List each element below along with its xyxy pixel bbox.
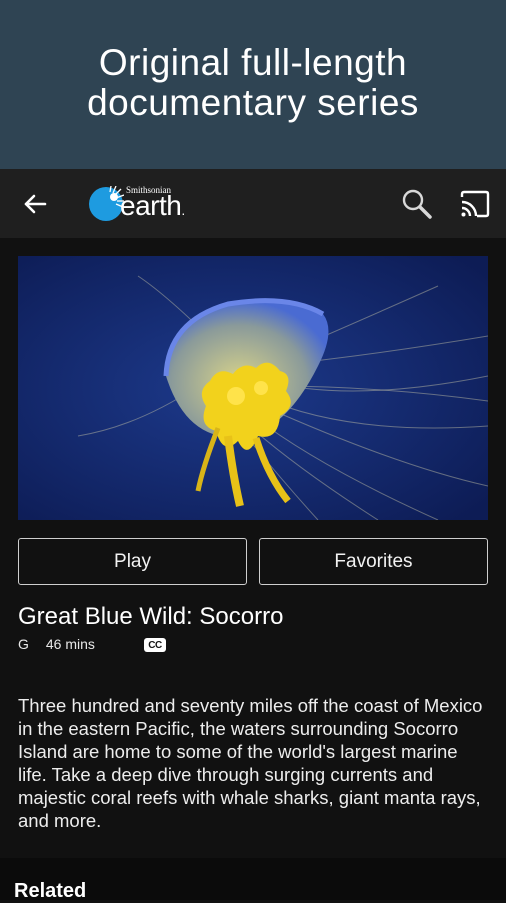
closed-captions-icon: CC — [144, 638, 166, 652]
search-button[interactable] — [400, 187, 434, 221]
logo-earth-text: earth. — [120, 190, 185, 222]
cast-icon — [460, 190, 490, 218]
promo-banner: Original full-length documentary series — [0, 0, 506, 169]
video-meta: G 46 mins CC — [18, 636, 166, 652]
back-button[interactable] — [20, 189, 50, 219]
app-bar: Smithsonian earth. — [0, 169, 506, 238]
rating-badge: G — [18, 636, 29, 652]
jellyfish-image — [18, 256, 488, 520]
back-arrow-icon — [24, 194, 47, 214]
smithsonian-earth-logo: Smithsonian earth. — [88, 183, 208, 225]
banner-title: Original full-length documentary series — [87, 41, 419, 123]
detail-content: Play Favorites Great Blue Wild: Socorro … — [0, 238, 506, 902]
logo-earth-word: earth — [120, 190, 182, 221]
video-title: Great Blue Wild: Socorro — [18, 603, 284, 630]
favorites-button[interactable]: Favorites — [259, 538, 488, 585]
related-section: Related — [0, 858, 506, 902]
video-thumbnail[interactable] — [18, 256, 488, 520]
logo-dot: . — [181, 202, 185, 218]
favorites-button-label: Favorites — [334, 550, 413, 572]
duration-text: 46 mins — [45, 636, 95, 652]
play-button-label: Play — [114, 550, 151, 572]
video-description: Three hundred and seventy miles off the … — [18, 695, 483, 831]
cast-button[interactable] — [459, 189, 491, 219]
play-button[interactable]: Play — [18, 538, 247, 585]
sun-logo-icon — [89, 186, 124, 221]
search-icon — [402, 189, 432, 219]
